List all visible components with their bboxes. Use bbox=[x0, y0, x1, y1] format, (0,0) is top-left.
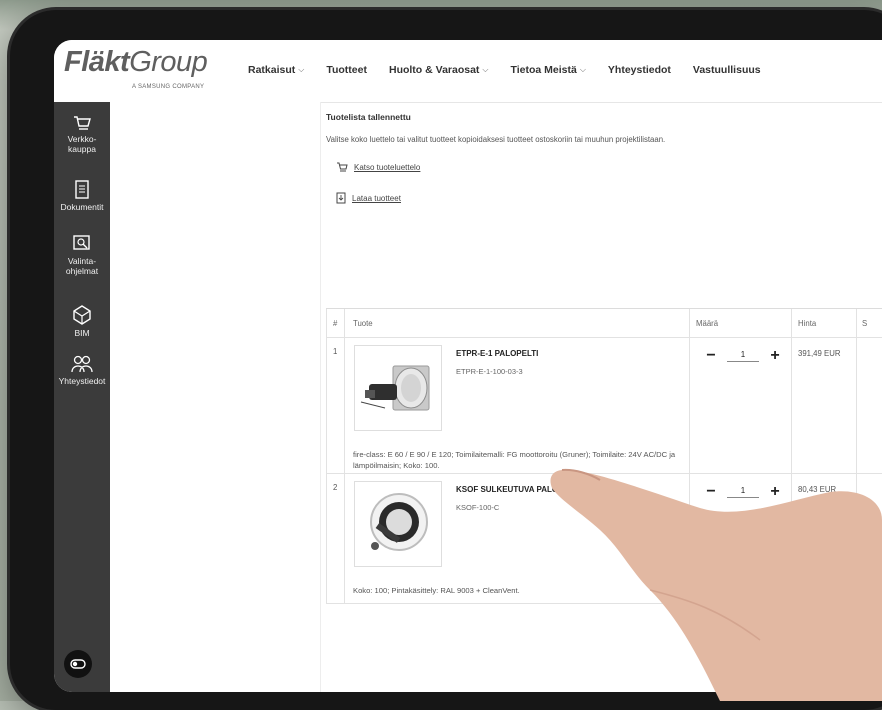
sidebar-item-label: Dokumentit bbox=[60, 202, 104, 212]
view-product-list-link[interactable]: Katso tuoteluettelo bbox=[336, 162, 420, 172]
left-panel bbox=[110, 102, 321, 692]
document-icon bbox=[75, 180, 89, 199]
download-products-link[interactable]: Lataa tuotteet bbox=[336, 192, 401, 204]
site-header: FläktGroup A SAMSUNG COMPANY Ratkaisut ⌵ … bbox=[54, 40, 882, 103]
cube-icon bbox=[73, 305, 91, 325]
product-thumbnail[interactable] bbox=[354, 481, 442, 567]
product-table: # Tuote Määrä Hinta S 1 ETPR-E-1 PALOPEL… bbox=[326, 308, 882, 604]
quantity-input[interactable]: 1 bbox=[727, 486, 759, 498]
main-content: Tuotelista tallennettu Valitse koko luet… bbox=[326, 102, 882, 692]
sidebar-item-dokumentit[interactable]: Dokumentit bbox=[54, 180, 110, 212]
nav-item-vastuullisuus[interactable]: Vastuullisuus bbox=[693, 64, 761, 76]
logo-tagline: A SAMSUNG COMPANY bbox=[132, 84, 205, 90]
cart-icon bbox=[337, 162, 348, 172]
nav-item-tuotteet[interactable]: Tuotteet bbox=[326, 64, 367, 76]
chevron-down-icon: ⌵ bbox=[482, 65, 489, 74]
nav-item-yhteystiedot[interactable]: Yhteystiedot bbox=[608, 64, 671, 76]
sidebar-toggle-button[interactable] bbox=[64, 650, 92, 678]
collapse-toggle-icon bbox=[70, 659, 86, 669]
product-code: KSOF-100-C bbox=[456, 503, 500, 512]
product-name[interactable]: ETPR-E-1 PALOPELTI bbox=[456, 349, 538, 358]
logo-wordmark: FläktGroup bbox=[64, 46, 208, 78]
download-document-icon bbox=[336, 192, 346, 204]
product-price: 391,49 EUR bbox=[798, 349, 841, 358]
chevron-down-icon: ⌵ bbox=[579, 65, 586, 74]
sidebar-item-bim[interactable]: BIM bbox=[54, 304, 110, 338]
decrease-quantity-button[interactable]: − bbox=[704, 483, 718, 501]
increase-quantity-button[interactable]: + bbox=[768, 483, 782, 501]
nav-item-ratkaisut[interactable]: Ratkaisut ⌵ bbox=[248, 64, 304, 76]
header-price: Hinta bbox=[798, 318, 817, 328]
sidebar-item-label: Yhteystiedot bbox=[58, 376, 106, 386]
tablet-device: FläktGroup A SAMSUNG COMPANY Ratkaisut ⌵ … bbox=[10, 10, 882, 710]
sidebar-item-yhteystiedot[interactable]: Yhteystiedot bbox=[54, 354, 110, 386]
saved-description: Valitse koko luettelo tai valitut tuotte… bbox=[326, 135, 666, 144]
sidebar-item-label: Valinta- ohjelmat bbox=[65, 256, 99, 276]
product-price: 80,43 EUR bbox=[798, 485, 837, 494]
product-code: ETPR-E-1-100-03-3 bbox=[456, 367, 523, 376]
row-number: 1 bbox=[333, 347, 338, 356]
row-number: 2 bbox=[333, 483, 338, 492]
header-product: Tuote bbox=[353, 318, 373, 328]
nav-item-huolto[interactable]: Huolto & Varaosat ⌵ bbox=[389, 64, 489, 76]
quantity-stepper: − 1 + bbox=[704, 347, 782, 365]
sidebar-item-verkkokauppa[interactable]: Verkko- kauppa bbox=[54, 114, 110, 154]
product-thumbnail[interactable] bbox=[354, 345, 442, 431]
quantity-stepper: − 1 + bbox=[704, 483, 782, 501]
sidebar: Verkko- kauppa Dokumentit Valinta- ohjel… bbox=[54, 102, 110, 692]
header-num: # bbox=[333, 318, 338, 328]
product-description: fire-class: E 60 / E 90 / E 120; Toimila… bbox=[353, 450, 676, 470]
saved-title: Tuotelista tallennettu bbox=[326, 112, 411, 122]
main-nav: Ratkaisut ⌵ Tuotteet Huolto & Varaosat ⌵ T… bbox=[248, 64, 783, 76]
fire-valve-image bbox=[370, 493, 428, 551]
product-description: Koko: 100; Pintakäsittely: RAL 9003 + Cl… bbox=[353, 586, 520, 595]
selection-tool-icon bbox=[73, 235, 90, 250]
flaktgroup-logo[interactable]: FläktGroup A SAMSUNG COMPANY bbox=[64, 46, 224, 96]
decrease-quantity-button[interactable]: − bbox=[704, 347, 718, 365]
nav-item-tietoa[interactable]: Tietoa Meistä ⌵ bbox=[511, 64, 586, 76]
header-qty: Määrä bbox=[696, 318, 719, 328]
sidebar-item-label: BIM bbox=[74, 328, 90, 338]
sidebar-item-valintaohjelmat[interactable]: Valinta- ohjelmat bbox=[54, 234, 110, 276]
header-extra: S bbox=[862, 318, 868, 328]
sidebar-item-label: Verkko- kauppa bbox=[67, 134, 97, 154]
quantity-input[interactable]: 1 bbox=[727, 350, 759, 362]
people-icon bbox=[71, 355, 93, 373]
product-name[interactable]: KSOF SULKEUTUVA PALOPELTIVENTTIILI bbox=[456, 485, 618, 494]
tablet-screen: FläktGroup A SAMSUNG COMPANY Ratkaisut ⌵ … bbox=[54, 40, 882, 692]
fire-damper-image bbox=[360, 365, 430, 411]
chevron-down-icon: ⌵ bbox=[298, 65, 305, 74]
increase-quantity-button[interactable]: + bbox=[768, 347, 782, 365]
cart-icon bbox=[74, 116, 91, 130]
